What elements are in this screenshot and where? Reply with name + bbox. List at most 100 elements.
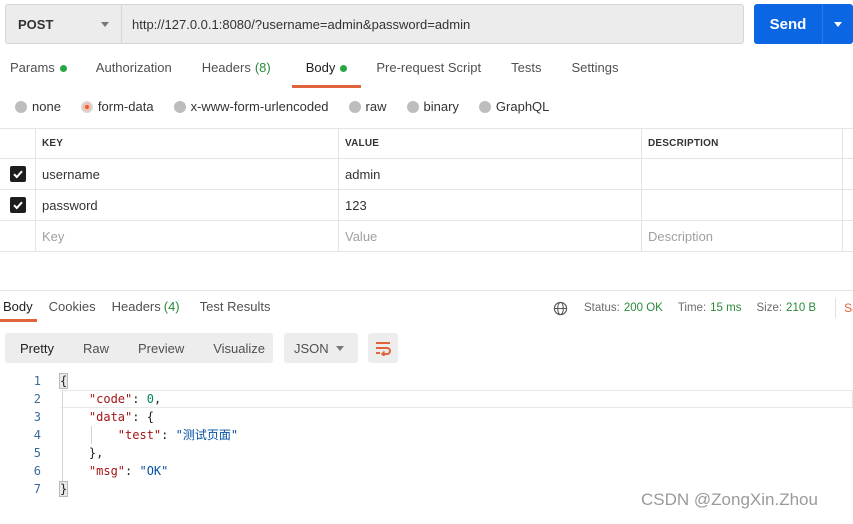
row-checkbox[interactable]	[9, 166, 26, 182]
response-tab-body[interactable]: Body	[0, 299, 37, 322]
request-tabs: Params Authorization Headers (8) Body Pre…	[0, 60, 618, 88]
table-row: username admin	[0, 159, 853, 190]
tab-count: (8)	[254, 60, 271, 75]
radio-x-www-form-urlencoded[interactable]: x-www-form-urlencoded	[173, 99, 329, 114]
status-dot-icon	[59, 65, 67, 72]
column-header-value: VALUE	[345, 138, 380, 149]
table-row: password 123	[0, 190, 853, 221]
radio-label: raw	[365, 99, 387, 114]
request-bar: POST http://127.0.0.1:8080/?username=adm…	[5, 4, 744, 44]
radio-icon	[348, 100, 361, 113]
globe-icon[interactable]	[553, 301, 568, 316]
code-line: 2 "code": 0,	[0, 390, 853, 408]
response-tab-headers[interactable]: Headers (4)	[112, 299, 180, 322]
format-label: JSON	[294, 340, 329, 356]
wrap-lines-icon	[376, 342, 391, 356]
view-tab-pretty[interactable]: Pretty	[20, 341, 54, 356]
code-line: 5 },	[0, 444, 853, 462]
body-type-radio-group: none form-data x-www-form-urlencoded raw…	[15, 99, 569, 114]
status-dot-icon	[340, 65, 348, 72]
description-cell[interactable]	[642, 190, 843, 220]
response-divider[interactable]	[0, 290, 853, 291]
method-label: POST	[18, 16, 54, 32]
column-header-description: DESCRIPTION	[648, 138, 719, 149]
view-mode-tabs: Pretty Raw Preview Visualize	[5, 333, 273, 363]
radio-binary[interactable]: binary	[406, 99, 459, 114]
key-cell[interactable]: password	[36, 190, 339, 220]
line-number: 3	[33, 410, 41, 424]
response-body-editor[interactable]: 1{ 2 "code": 0, 3 "data": { 4 "test": "测…	[0, 372, 853, 498]
radio-label: none	[32, 99, 61, 114]
tab-headers[interactable]: Headers (8)	[202, 60, 271, 88]
save-response-button[interactable]: Sa	[844, 301, 853, 315]
value-cell[interactable]: admin	[339, 159, 642, 189]
key-input[interactable]: Key	[36, 221, 339, 251]
view-tab-raw[interactable]: Raw	[83, 341, 109, 356]
tab-pre-request-script[interactable]: Pre-request Script	[376, 60, 481, 88]
checkmark-icon	[12, 170, 23, 179]
description-cell[interactable]	[642, 159, 843, 189]
response-tabs: Body Cookies Headers (4) Test Results	[0, 299, 286, 322]
line-number: 1	[33, 374, 41, 388]
radio-none[interactable]: none	[15, 99, 61, 114]
radio-label: binary	[423, 99, 459, 114]
radio-form-data[interactable]: form-data	[80, 99, 154, 114]
tab-tests[interactable]: Tests	[511, 60, 541, 88]
url-input[interactable]: http://127.0.0.1:8080/?username=admin&pa…	[122, 5, 743, 43]
view-tab-preview[interactable]: Preview	[138, 341, 184, 356]
tab-settings[interactable]: Settings	[571, 60, 618, 88]
divider	[835, 298, 837, 318]
row-checkbox[interactable]	[9, 197, 26, 213]
send-options-button[interactable]	[823, 4, 853, 44]
wrap-lines-button[interactable]	[368, 333, 398, 363]
size-value[interactable]: 210 B	[786, 302, 816, 314]
tab-label: Pre-request Script	[376, 60, 482, 75]
watermark: CSDN @ZongXin.Zhou	[641, 490, 818, 509]
code-text: {	[58, 373, 69, 389]
tab-label: Authorization	[95, 60, 172, 75]
tab-body[interactable]: Body	[291, 60, 361, 88]
time-label: Time:	[677, 302, 707, 314]
code-text: "code": 0,	[88, 392, 162, 406]
line-number: 2	[33, 392, 41, 406]
method-select[interactable]: POST	[6, 5, 122, 43]
chevron-down-icon	[336, 345, 344, 351]
tab-label: Tests	[511, 60, 542, 75]
status-label: Status:	[584, 302, 620, 314]
radio-label: x-www-form-urlencoded	[190, 99, 329, 114]
line-number: 6	[33, 464, 41, 478]
format-select[interactable]: JSON	[284, 333, 358, 363]
tab-label: Headers	[111, 299, 161, 314]
radio-selected-icon	[80, 100, 93, 113]
radio-raw[interactable]: raw	[348, 99, 387, 114]
chevron-down-icon	[834, 21, 842, 27]
status-value[interactable]: 200 OK	[624, 302, 663, 314]
size-label: Size:	[756, 302, 783, 314]
tab-count: (4)	[163, 299, 180, 314]
radio-icon	[173, 100, 186, 113]
radio-graphql[interactable]: GraphQL	[478, 99, 550, 114]
value-cell[interactable]: 123	[339, 190, 642, 220]
tab-authorization[interactable]: Authorization	[96, 60, 172, 88]
column-header-key: KEY	[42, 138, 64, 149]
radio-label: GraphQL	[495, 99, 550, 114]
send-button-group: Send	[754, 4, 853, 44]
radio-icon	[406, 100, 419, 113]
send-button[interactable]: Send	[754, 4, 823, 44]
tab-label: Settings	[571, 60, 619, 75]
code-text: "msg": "OK"	[88, 464, 169, 478]
response-tab-cookies[interactable]: Cookies	[49, 299, 96, 322]
radio-icon	[478, 100, 491, 113]
time-value[interactable]: 15 ms	[710, 302, 741, 314]
view-tab-visualize[interactable]: Visualize	[213, 341, 265, 356]
code-text: },	[60, 446, 104, 460]
response-tab-test-results[interactable]: Test Results	[200, 299, 271, 322]
table-header-row: KEY VALUE DESCRIPTION	[0, 129, 853, 159]
chevron-down-icon	[101, 21, 109, 27]
response-meta: Status: 200 OK Time: 15 ms Size: 210 B S…	[553, 298, 853, 318]
code-text: }	[58, 481, 69, 497]
value-input[interactable]: Value	[339, 221, 642, 251]
key-cell[interactable]: username	[36, 159, 339, 189]
description-input[interactable]: Description	[642, 221, 843, 251]
tab-params[interactable]: Params	[10, 60, 67, 88]
